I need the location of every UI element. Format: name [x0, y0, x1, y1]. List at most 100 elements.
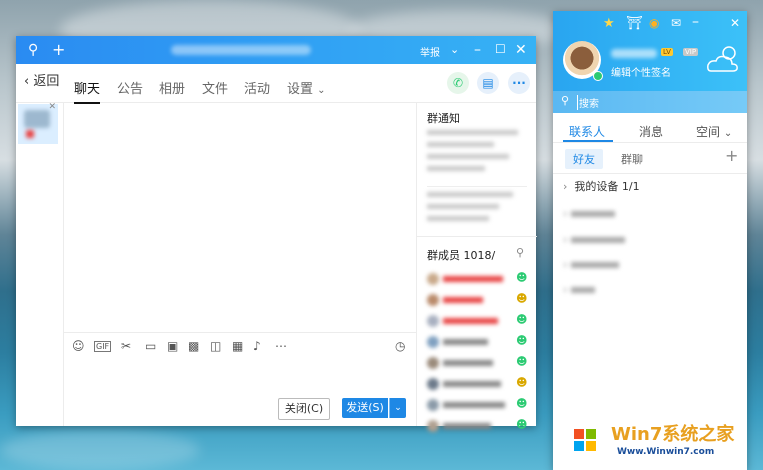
- tab-announcement[interactable]: 公告: [117, 78, 143, 97]
- minimize-icon[interactable]: –: [474, 42, 481, 58]
- tab-contacts[interactable]: 联系人: [569, 123, 605, 140]
- member-item[interactable]: ☻: [427, 396, 527, 414]
- avatar: [24, 110, 50, 128]
- contacts-header: ★ ⛩ ◉ ✉ – ✕ LV VIP 编辑个性签名: [553, 11, 747, 91]
- subtab-groups[interactable]: 群聊: [621, 151, 643, 167]
- search-icon[interactable]: ⚲: [28, 42, 38, 58]
- folder-icon[interactable]: ▭: [145, 339, 156, 353]
- group-chat-window: ⚲ + 举报 ⌄ – ☐ ✕ ‹ 返回 聊天 公告 相册 文件 活动 设置 ⌄ …: [16, 36, 537, 432]
- minimize-icon[interactable]: –: [692, 14, 699, 30]
- report-link[interactable]: 举报: [420, 44, 440, 59]
- group-item[interactable]: ›: [563, 283, 643, 296]
- watermark: Win7系统之家 Www.Winwin7.com: [561, 414, 761, 468]
- session-item-selected[interactable]: ✕: [18, 102, 58, 144]
- gif-icon[interactable]: GIF: [94, 341, 112, 352]
- more-icon[interactable]: ···: [508, 72, 530, 94]
- weather-sun-cloud-icon[interactable]: [705, 41, 743, 75]
- group-item[interactable]: ›: [563, 207, 643, 220]
- member-role-icon: ☻: [516, 313, 528, 326]
- back-label: 返回: [33, 74, 60, 89]
- send-button[interactable]: 发送(S): [342, 398, 388, 418]
- member-role-icon: ☻: [516, 292, 528, 305]
- search-bar[interactable]: ⚲ 搜索: [553, 91, 747, 113]
- close-session-icon[interactable]: ✕: [48, 102, 56, 112]
- search-icon: ⚲: [561, 94, 570, 107]
- chevron-down-icon: ⌄: [723, 128, 733, 139]
- tab-settings[interactable]: 设置 ⌄: [287, 78, 326, 97]
- group-notice-content-2[interactable]: [427, 188, 523, 232]
- chat-title-blurred: [171, 45, 311, 55]
- gift-icon[interactable]: ◫: [210, 339, 221, 353]
- divider: [417, 236, 537, 237]
- member-role-icon: ☻: [516, 355, 528, 368]
- divider: [553, 142, 747, 143]
- search-input[interactable]: 搜索: [577, 95, 599, 110]
- maximize-icon[interactable]: ☐: [495, 42, 506, 56]
- unread-badge: [26, 130, 34, 138]
- close-icon[interactable]: ✕: [515, 42, 527, 58]
- member-item[interactable]: ☻: [427, 291, 527, 309]
- divider: [427, 186, 527, 187]
- member-role-icon: ☻: [516, 334, 528, 347]
- member-item[interactable]: ☻: [427, 270, 527, 288]
- subtab-friends[interactable]: 好友: [565, 149, 603, 169]
- member-role-icon: ☻: [516, 376, 528, 389]
- search-members-icon[interactable]: ⚲: [516, 246, 524, 259]
- group-notice-content[interactable]: [427, 126, 523, 184]
- member-item[interactable]: ☻: [427, 417, 527, 435]
- member-item[interactable]: ☻: [427, 333, 527, 351]
- chat-titlebar[interactable]: ⚲ + 举报 ⌄ – ☐ ✕: [16, 36, 536, 64]
- tab-settings-label: 设置: [287, 82, 314, 97]
- history-clock-icon[interactable]: ◷: [395, 339, 405, 353]
- send-options-chevron-icon[interactable]: ⌄: [389, 398, 406, 418]
- input-toolbar: ☺ GIF ✂ ▭ ▣ ▩ ◫ ▦ ♪ ⋯ ◷: [64, 332, 416, 359]
- member-item[interactable]: ☻: [427, 375, 527, 393]
- chevron-down-icon[interactable]: ⌄: [450, 43, 459, 56]
- game-icon[interactable]: ◉: [649, 16, 659, 30]
- tab-qzone[interactable]: 空间 ⌄: [696, 123, 732, 140]
- group-count: 1/1: [621, 180, 640, 193]
- tab-files[interactable]: 文件: [202, 78, 228, 97]
- tab-album[interactable]: 相册: [159, 78, 185, 97]
- add-contact-icon[interactable]: +: [725, 146, 738, 165]
- camera-icon[interactable]: ▩: [188, 339, 199, 353]
- tab-messages[interactable]: 消息: [639, 123, 663, 140]
- skin-shirt-icon[interactable]: ⛩: [626, 16, 643, 31]
- close-icon[interactable]: ✕: [730, 16, 740, 30]
- mail-icon[interactable]: ✉: [671, 16, 681, 30]
- group-item[interactable]: ›: [563, 233, 643, 246]
- voice-call-icon[interactable]: ✆: [447, 72, 469, 94]
- group-notice-title: 群通知: [427, 112, 460, 125]
- signature-field[interactable]: 编辑个性签名: [611, 64, 671, 79]
- add-icon[interactable]: +: [52, 40, 65, 59]
- document-icon[interactable]: ▦: [232, 339, 243, 353]
- message-area[interactable]: [64, 102, 416, 332]
- message-icon[interactable]: ▤: [477, 72, 499, 94]
- more-tools-icon[interactable]: ⋯: [275, 339, 287, 353]
- members-title-label: 群成员: [427, 249, 460, 262]
- group-label: 我的设备: [574, 180, 619, 193]
- scissors-icon[interactable]: ✂: [121, 339, 131, 353]
- member-role-icon: ☻: [516, 397, 528, 410]
- tab-chat[interactable]: 聊天: [74, 78, 101, 104]
- watermark-brand: Win7系统之家: [611, 424, 735, 445]
- close-button[interactable]: 关闭(C): [278, 398, 330, 420]
- bell-off-icon[interactable]: ♪: [253, 339, 261, 353]
- group-my-devices[interactable]: › 我的设备 1/1: [563, 178, 640, 194]
- watermark-url: Www.Winwin7.com: [617, 447, 715, 457]
- emoji-icon[interactable]: ☺: [72, 339, 85, 353]
- group-members-title: 群成员 1018/: [427, 247, 495, 263]
- back-button[interactable]: ‹ 返回: [24, 70, 59, 89]
- chat-tab-bar: ‹ 返回 聊天 公告 相册 文件 活动 设置 ⌄ ✆ ▤ ···: [16, 64, 536, 104]
- image-icon[interactable]: ▣: [167, 339, 178, 353]
- background-wave: [0, 430, 200, 470]
- member-item[interactable]: ☻: [427, 312, 527, 330]
- tab-qzone-label: 空间: [696, 125, 721, 139]
- member-item[interactable]: ☻: [427, 354, 527, 372]
- group-item[interactable]: ›: [563, 258, 643, 271]
- chevron-down-icon: ⌄: [317, 85, 326, 96]
- online-status-dot[interactable]: [593, 71, 603, 81]
- star-icon[interactable]: ★: [603, 16, 615, 31]
- tab-activities[interactable]: 活动: [244, 78, 270, 97]
- contacts-main-window: ★ ⛩ ◉ ✉ – ✕ LV VIP 编辑个性签名 ⚲ 搜索 联系人 消息 空间…: [553, 11, 747, 470]
